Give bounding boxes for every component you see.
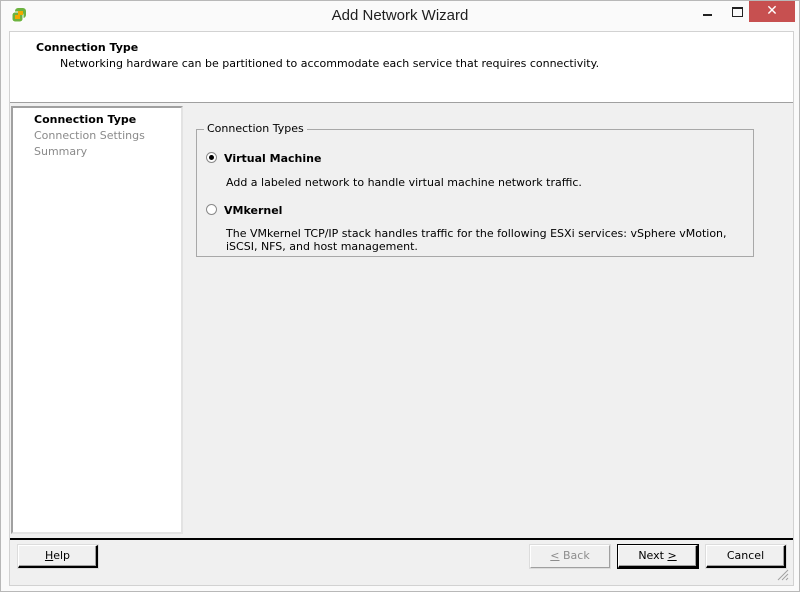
help-button[interactable]: Help [17,544,99,569]
step-summary[interactable]: Summary [34,145,87,158]
help-label: elp [53,549,71,562]
maximize-button[interactable] [724,1,750,22]
virtual-machine-description: Add a labeled network to handle virtual … [226,176,582,189]
next-label: Next [638,549,668,562]
footer-divider [10,538,793,540]
step-connection-type[interactable]: Connection Type [34,113,136,126]
title-bar[interactable]: Add Network Wizard ✕ [1,1,799,31]
next-mnemonic: > [667,549,677,562]
cancel-button[interactable]: Cancel [705,544,787,569]
wizard-header: Connection Type Networking hardware can … [10,32,793,103]
group-legend: Connection Types [204,122,307,135]
help-mnemonic: H [44,549,54,562]
vmkernel-description: The VMkernel TCP/IP stack handles traffi… [226,227,727,253]
steps-panel: Connection Type Connection Settings Summ… [11,106,183,534]
wizard-window: Add Network Wizard ✕ Connection Type Net… [0,0,800,592]
close-button[interactable]: ✕ [749,1,795,22]
wizard-body: Connection Type Networking hardware can … [9,31,794,586]
minimize-icon [703,14,712,16]
page-title: Connection Type [36,41,139,54]
back-label: Back [559,549,590,562]
next-button[interactable]: Next > [617,544,699,569]
step-connection-settings[interactable]: Connection Settings [34,129,145,142]
resize-grip-icon[interactable] [777,569,789,581]
virtual-machine-radio[interactable] [206,152,217,163]
virtual-machine-label[interactable]: Virtual Machine [224,152,321,165]
page-subtitle: Networking hardware can be partitioned t… [60,57,600,70]
minimize-button[interactable] [695,1,721,22]
back-button[interactable]: < Back [529,544,611,569]
vmkernel-label[interactable]: VMkernel [224,204,282,217]
window-title: Add Network Wizard [331,7,469,24]
maximize-icon [732,7,743,17]
vmkernel-radio[interactable] [206,204,217,215]
back-mnemonic: < [550,549,560,562]
connection-types-group: Connection Types Virtual Machine Add a l… [196,122,754,257]
close-icon: ✕ [766,3,778,19]
